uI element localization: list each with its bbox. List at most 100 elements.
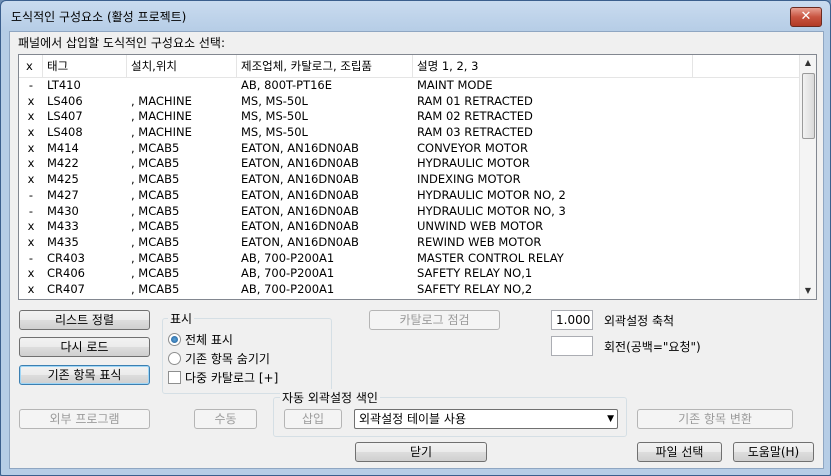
row-catalog: EATON, AN16DN0AB <box>241 234 359 249</box>
close-icon: ✕ <box>800 9 812 24</box>
checkbox-icon <box>168 371 181 384</box>
show-all-radio[interactable]: 전체 표시 <box>168 331 233 348</box>
component-list[interactable]: x 태그 설치,위치 제조업체, 카탈로그, 조립품 설명 1, 2, 3 -L… <box>18 54 817 300</box>
row-location: , MACHINE <box>131 109 192 124</box>
external-program-button[interactable]: 외부 프로그램 <box>19 409 150 429</box>
table-row[interactable]: - LT410 AB, 800T-PT16E MAINT MODE <box>19 78 799 94</box>
row-description: HYDRAULIC MOTOR NO, 2 <box>417 187 566 202</box>
row-mark: x <box>27 266 35 281</box>
row-catalog: AB, 700-P200A1 <box>241 281 335 296</box>
table-row[interactable]: - CR403 , MCAB5 AB, 700-P200A1 MASTER CONTRO… <box>19 251 799 267</box>
rotation-field[interactable] <box>551 336 593 356</box>
list-rows: - LT410 AB, 800T-PT16E MAINT MODE x LS406 , MA… <box>19 78 799 298</box>
row-tag: CR403 <box>47 250 85 265</box>
row-tag: M422 <box>47 156 79 171</box>
row-location: , MCAB5 <box>131 266 180 281</box>
mark-existing-button[interactable]: 기존 항목 표식 <box>19 365 150 385</box>
column-header-mark[interactable]: x <box>19 55 43 77</box>
footprint-combobox[interactable]: 외곽설정 테이블 사용 ▼ <box>354 409 618 429</box>
table-row[interactable]: x CR407 , MCAB5 AB, 700-P200A1 SAFETY RELAY … <box>19 282 799 298</box>
row-mark: x <box>27 234 35 249</box>
row-catalog: EATON, AN16DN0AB <box>241 187 359 202</box>
table-row[interactable]: - M430 , MCAB5 EATON, AN16DN0AB HYDRAULIC MO… <box>19 204 799 220</box>
column-header-catalog[interactable]: 제조업체, 카탈로그, 조립품 <box>237 55 413 77</box>
row-location: , MCAB5 <box>131 281 180 296</box>
scroll-up-arrow-icon[interactable]: ▲ <box>800 55 816 71</box>
row-catalog: MS, MS-50L <box>241 125 308 140</box>
multi-catalog-label: 다중 카탈로그 [+] <box>185 371 279 385</box>
table-row[interactable]: x M435 , MCAB5 EATON, AN16DN0AB REWIND WEB M… <box>19 235 799 251</box>
scale-label: 외곽설정 축척 <box>604 314 675 328</box>
row-tag: M433 <box>47 219 79 234</box>
row-location: , MCAB5 <box>131 219 180 234</box>
scale-field[interactable]: 1.000 <box>551 310 593 330</box>
catalog-check-button[interactable]: 카탈로그 점검 <box>369 310 500 330</box>
row-tag: LS408 <box>47 125 83 140</box>
row-mark: x <box>27 109 35 124</box>
title-bar[interactable]: 도식적인 구성요소 (활성 프로젝트) ✕ <box>1 1 830 29</box>
row-location: , MCAB5 <box>131 156 180 171</box>
row-tag: M435 <box>47 234 79 249</box>
row-tag: M430 <box>47 203 79 218</box>
row-catalog: EATON, AN16DN0AB <box>241 156 359 171</box>
row-tag: LT410 <box>47 78 81 92</box>
hide-existing-label: 기존 항목 숨기기 <box>185 352 270 366</box>
table-row[interactable]: x LS407 , MACHINE MS, MS-50L RAM 02 RETRACTE… <box>19 109 799 125</box>
table-row[interactable]: x M425 , MCAB5 EATON, AN16DN0AB INDEXING MOT… <box>19 172 799 188</box>
close-window-button[interactable]: ✕ <box>790 7 822 27</box>
help-button[interactable]: 도움말(H) <box>733 442 814 462</box>
table-row[interactable]: x CR406 , MCAB5 AB, 700-P200A1 SAFETY RELAY … <box>19 266 799 282</box>
row-mark: x <box>27 281 35 296</box>
table-row[interactable]: - M427 , MCAB5 EATON, AN16DN0AB HYDRAULIC MO… <box>19 188 799 204</box>
scroll-thumb[interactable] <box>802 73 815 139</box>
row-description: RAM 01 RETRACTED <box>417 93 533 108</box>
convert-existing-button[interactable]: 기존 항목 변환 <box>637 409 793 429</box>
table-row[interactable]: x M422 , MCAB5 EATON, AN16DN0AB HYDRAULIC MO… <box>19 156 799 172</box>
sort-list-button[interactable]: 리스트 정렬 <box>19 310 150 330</box>
row-catalog: EATON, AN16DN0AB <box>241 219 359 234</box>
row-description: HYDRAULIC MOTOR NO, 3 <box>417 203 566 218</box>
table-row[interactable]: x M433 , MCAB5 EATON, AN16DN0AB UNWIND WEB M… <box>19 219 799 235</box>
scroll-down-arrow-icon[interactable]: ▼ <box>800 283 816 299</box>
row-mark: - <box>28 203 34 218</box>
list-header: x 태그 설치,위치 제조업체, 카탈로그, 조립품 설명 1, 2, 3 <box>19 55 799 78</box>
rotation-label: 회전(공백="요청") <box>604 340 701 354</box>
dropdown-arrow-icon[interactable]: ▼ <box>607 410 614 428</box>
select-file-button[interactable]: 파일 선택 <box>637 442 722 462</box>
radio-unselected-icon <box>168 352 181 365</box>
row-mark: x <box>27 219 35 234</box>
table-row[interactable]: x LS406 , MACHINE MS, MS-50L RAM 01 RETRACTE… <box>19 94 799 110</box>
multi-catalog-checkbox[interactable]: 다중 카탈로그 [+] <box>168 369 278 386</box>
close-button[interactable]: 닫기 <box>355 442 487 462</box>
window-title: 도식적인 구성요소 (활성 프로젝트) <box>11 10 187 24</box>
row-catalog: MS, MS-50L <box>241 93 308 108</box>
table-row[interactable]: x M414 , MCAB5 EATON, AN16DN0AB CONVEYOR MOT… <box>19 141 799 157</box>
row-location: , MCAB5 <box>131 250 180 265</box>
row-catalog: AB, 700-P200A1 <box>241 266 335 281</box>
row-description: MAINT MODE <box>417 78 493 92</box>
row-mark: x <box>27 156 35 171</box>
list-scrollbar[interactable]: ▲ ▼ <box>799 55 816 299</box>
row-tag: LS406 <box>47 93 83 108</box>
row-description: SAFETY RELAY NO,1 <box>417 266 533 281</box>
row-catalog: EATON, AN16DN0AB <box>241 203 359 218</box>
table-row[interactable]: x LS408 , MACHINE MS, MS-50L RAM 03 RETRACTE… <box>19 125 799 141</box>
row-location: , MCAB5 <box>131 234 180 249</box>
row-description: MASTER CONTROL RELAY <box>417 250 564 265</box>
row-location: , MACHINE <box>131 93 192 108</box>
manual-button[interactable]: 수동 <box>194 409 257 429</box>
row-tag: LS407 <box>47 109 83 124</box>
row-description: INDEXING MOTOR <box>417 172 521 187</box>
row-catalog: MS, MS-50L <box>241 109 308 124</box>
insert-button[interactable]: 삽입 <box>284 409 342 429</box>
row-tag: M414 <box>47 140 79 155</box>
reload-button[interactable]: 다시 로드 <box>19 337 150 357</box>
hide-existing-radio[interactable]: 기존 항목 숨기기 <box>168 350 270 367</box>
row-location: , MCAB5 <box>131 203 180 218</box>
select-prompt: 패널에서 삽입할 도식적인 구성요소 선택: <box>18 36 225 50</box>
column-header-tag[interactable]: 태그 <box>43 55 127 77</box>
column-header-location[interactable]: 설치,위치 <box>127 55 237 77</box>
row-mark: x <box>27 172 35 187</box>
column-header-description[interactable]: 설명 1, 2, 3 <box>413 55 693 77</box>
row-catalog: EATON, AN16DN0AB <box>241 172 359 187</box>
